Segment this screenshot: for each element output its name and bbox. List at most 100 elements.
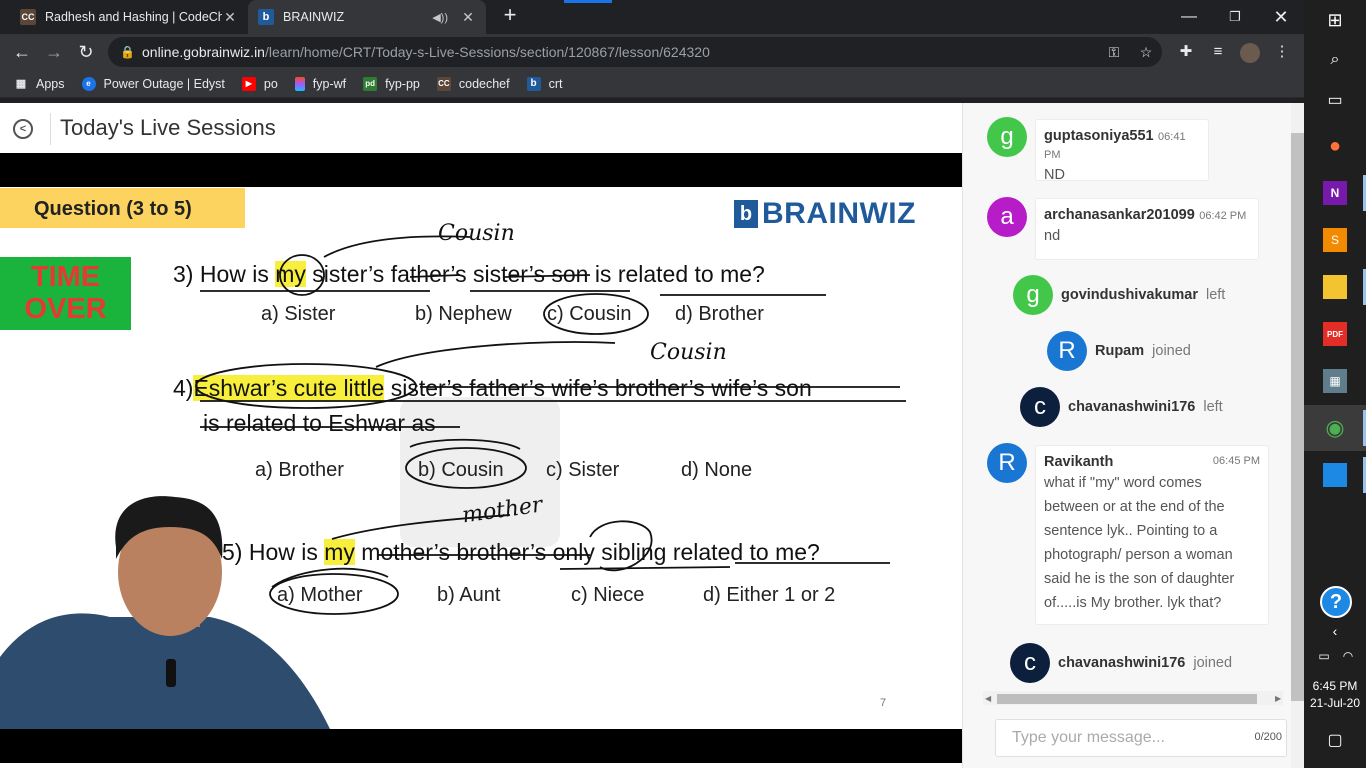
question-banner: Question (3 to 5): [0, 188, 245, 228]
battery-icon[interactable]: ▭: [1312, 644, 1336, 668]
chrome-icon[interactable]: ◉: [1323, 415, 1347, 440]
bookmark-label: po: [263, 76, 278, 91]
q3-prefix: 3) How is: [173, 261, 276, 287]
calculator-icon[interactable]: ▦: [1323, 369, 1347, 393]
back-circle-icon[interactable]: <: [13, 119, 33, 139]
minimize-icon[interactable]: —: [1166, 0, 1212, 34]
bookmark-apps[interactable]: ▦ Apps: [14, 77, 65, 91]
page-title: Today's Live Sessions: [60, 115, 276, 140]
bookmark-label: Apps: [36, 76, 65, 91]
sublime-icon[interactable]: S: [1323, 228, 1347, 252]
time-over-badge: TIME OVER: [0, 257, 131, 330]
speaker-icon[interactable]: ◀)): [432, 11, 448, 24]
system-clock[interactable]: 6:45 PM 21-Jul-20: [1304, 678, 1366, 712]
question-4-line2: is related to Eshwar as: [203, 410, 436, 436]
bookmark-crt[interactable]: b crt: [526, 76, 563, 91]
tab-codechef[interactable]: CC Radhesh and Hashing | CodeChef ✕: [10, 0, 248, 34]
q4-option-d: d) None: [681, 459, 753, 481]
q5-option-c: c) Niece: [571, 584, 645, 606]
chat-hscrollbar[interactable]: [997, 694, 1257, 704]
onenote-icon[interactable]: N: [1323, 181, 1347, 205]
reload-icon[interactable]: ↻: [74, 40, 98, 64]
slide-page-number: 7: [880, 697, 887, 709]
q5-rest: mother’s brother’s only sibling related …: [354, 539, 820, 565]
chat-message: guptasoniya551 06:41 PM ND: [1035, 119, 1209, 183]
q4-option-a: a) Brother: [255, 459, 344, 481]
chat-event-text: left: [1205, 287, 1226, 303]
screen: CC Radhesh and Hashing | CodeChef ✕ b BR…: [0, 0, 1366, 768]
url-host: online.gobrainwiz.in: [142, 44, 265, 60]
new-tab-button[interactable]: +: [498, 4, 522, 28]
tab-title: Radhesh and Hashing | CodeChef: [45, 10, 222, 24]
media-queue-icon[interactable]: ≡: [1206, 40, 1230, 64]
profile-avatar[interactable]: [1240, 43, 1260, 63]
q3-option-b: b) Nephew: [415, 303, 512, 325]
q3-rest: sister’s father’s sister’s son is relate…: [305, 261, 765, 287]
chat-event-text: left: [1203, 399, 1223, 415]
back-arrow-icon[interactable]: ←: [10, 40, 34, 64]
scroll-right-icon[interactable]: ▶: [1275, 694, 1281, 703]
wifi-icon[interactable]: ◠: [1336, 644, 1360, 668]
scroll-left-icon[interactable]: ◀: [985, 694, 991, 703]
avatar: R: [1047, 331, 1087, 371]
windows-start-icon[interactable]: ⊞: [1323, 8, 1347, 32]
key-icon[interactable]: ⚿: [1102, 37, 1126, 67]
codechef-icon: CC: [436, 76, 451, 91]
header-divider: [50, 113, 51, 145]
avatar: c: [1010, 643, 1050, 683]
window-close-icon[interactable]: ✕: [1258, 0, 1304, 34]
restore-icon[interactable]: ❐: [1212, 0, 1258, 34]
address-bar[interactable]: 🔒 online.gobrainwiz.in/learn/home/CRT/To…: [108, 37, 1162, 67]
question-3: 3) How is my sister’s father’s sister’s …: [173, 261, 765, 288]
star-icon[interactable]: ☆: [1134, 37, 1158, 67]
close-icon[interactable]: ✕: [460, 9, 476, 26]
firefox-icon[interactable]: ●: [1323, 134, 1347, 158]
edyst-icon: e: [81, 76, 96, 91]
bookmark-po[interactable]: ▶ po: [241, 76, 278, 91]
apps-grid-icon: ▦: [15, 78, 27, 90]
chevron-left-icon[interactable]: ‹: [1323, 619, 1347, 643]
url-path: /learn/home/CRT/Today-s-Live-Sessions/se…: [264, 44, 710, 60]
task-view-icon[interactable]: ▭: [1323, 88, 1347, 112]
file-explorer-icon[interactable]: [1323, 275, 1347, 299]
tab-title: BRAINWIZ: [283, 10, 345, 24]
photos-icon[interactable]: [1323, 463, 1347, 487]
page-content: < Today's Live Sessions Question (3 to 5…: [0, 103, 1304, 768]
chat-username: guptasoniya551: [1044, 128, 1154, 144]
q5-option-b: b) Aunt: [437, 584, 501, 606]
q5-highlight: my: [324, 539, 355, 565]
chat-text: what if "my" word comes between or at th…: [1044, 475, 1235, 611]
search-icon[interactable]: ⌕: [1323, 48, 1347, 72]
brainwiz-mark-icon: b: [734, 200, 758, 228]
bookmark-fyp-pp[interactable]: pd fyp-pp: [363, 76, 420, 91]
chat-message: Ravikanth 06:45 PM what if "my" word com…: [1035, 445, 1269, 625]
q4-highlight: Eshwar’s cute little: [193, 375, 385, 401]
codechef-favicon-icon: CC: [20, 9, 36, 25]
help-icon[interactable]: ?: [1320, 586, 1352, 618]
chat-username: govindushivakumar: [1061, 287, 1198, 303]
clock-date: 21-Jul-20: [1309, 696, 1361, 710]
extensions-icon[interactable]: ✚: [1174, 40, 1198, 64]
pdf-icon[interactable]: PDF: [1323, 322, 1347, 346]
chat-message-input[interactable]: Type your message... 0/200: [995, 719, 1287, 757]
chat-event: c chavanashwini176 joined: [1010, 643, 1232, 683]
more-menu-icon[interactable]: ⋮: [1270, 40, 1294, 64]
close-icon[interactable]: ✕: [222, 9, 238, 26]
q3-highlight: my: [275, 261, 306, 287]
notification-icon[interactable]: ▢: [1323, 728, 1347, 752]
bookmark-edyst[interactable]: e Power Outage | Edyst: [81, 76, 225, 91]
tab-brainwiz[interactable]: b BRAINWIZ ◀)) ✕: [248, 0, 486, 34]
forward-arrow-icon[interactable]: →: [42, 40, 66, 64]
chat-username: Rupam: [1095, 343, 1145, 359]
video-player[interactable]: Question (3 to 5) b BRAINWIZ TIME OVER 3…: [0, 153, 962, 763]
chat-username: archanasankar201099: [1044, 207, 1195, 223]
bookmark-label: codechef: [458, 76, 510, 91]
avatar: g: [987, 117, 1027, 157]
page-header: < Today's Live Sessions: [0, 103, 962, 153]
bookmark-codechef[interactable]: CC codechef: [436, 76, 510, 91]
chat-event: c chavanashwini176 left: [1020, 387, 1223, 427]
q5-prefix: 5) How is: [222, 539, 325, 565]
q3-option-a: a) Sister: [261, 303, 336, 325]
bookmark-fyp-wf[interactable]: fyp-wf: [294, 76, 346, 91]
chat-time: 06:45 PM: [1212, 455, 1260, 467]
